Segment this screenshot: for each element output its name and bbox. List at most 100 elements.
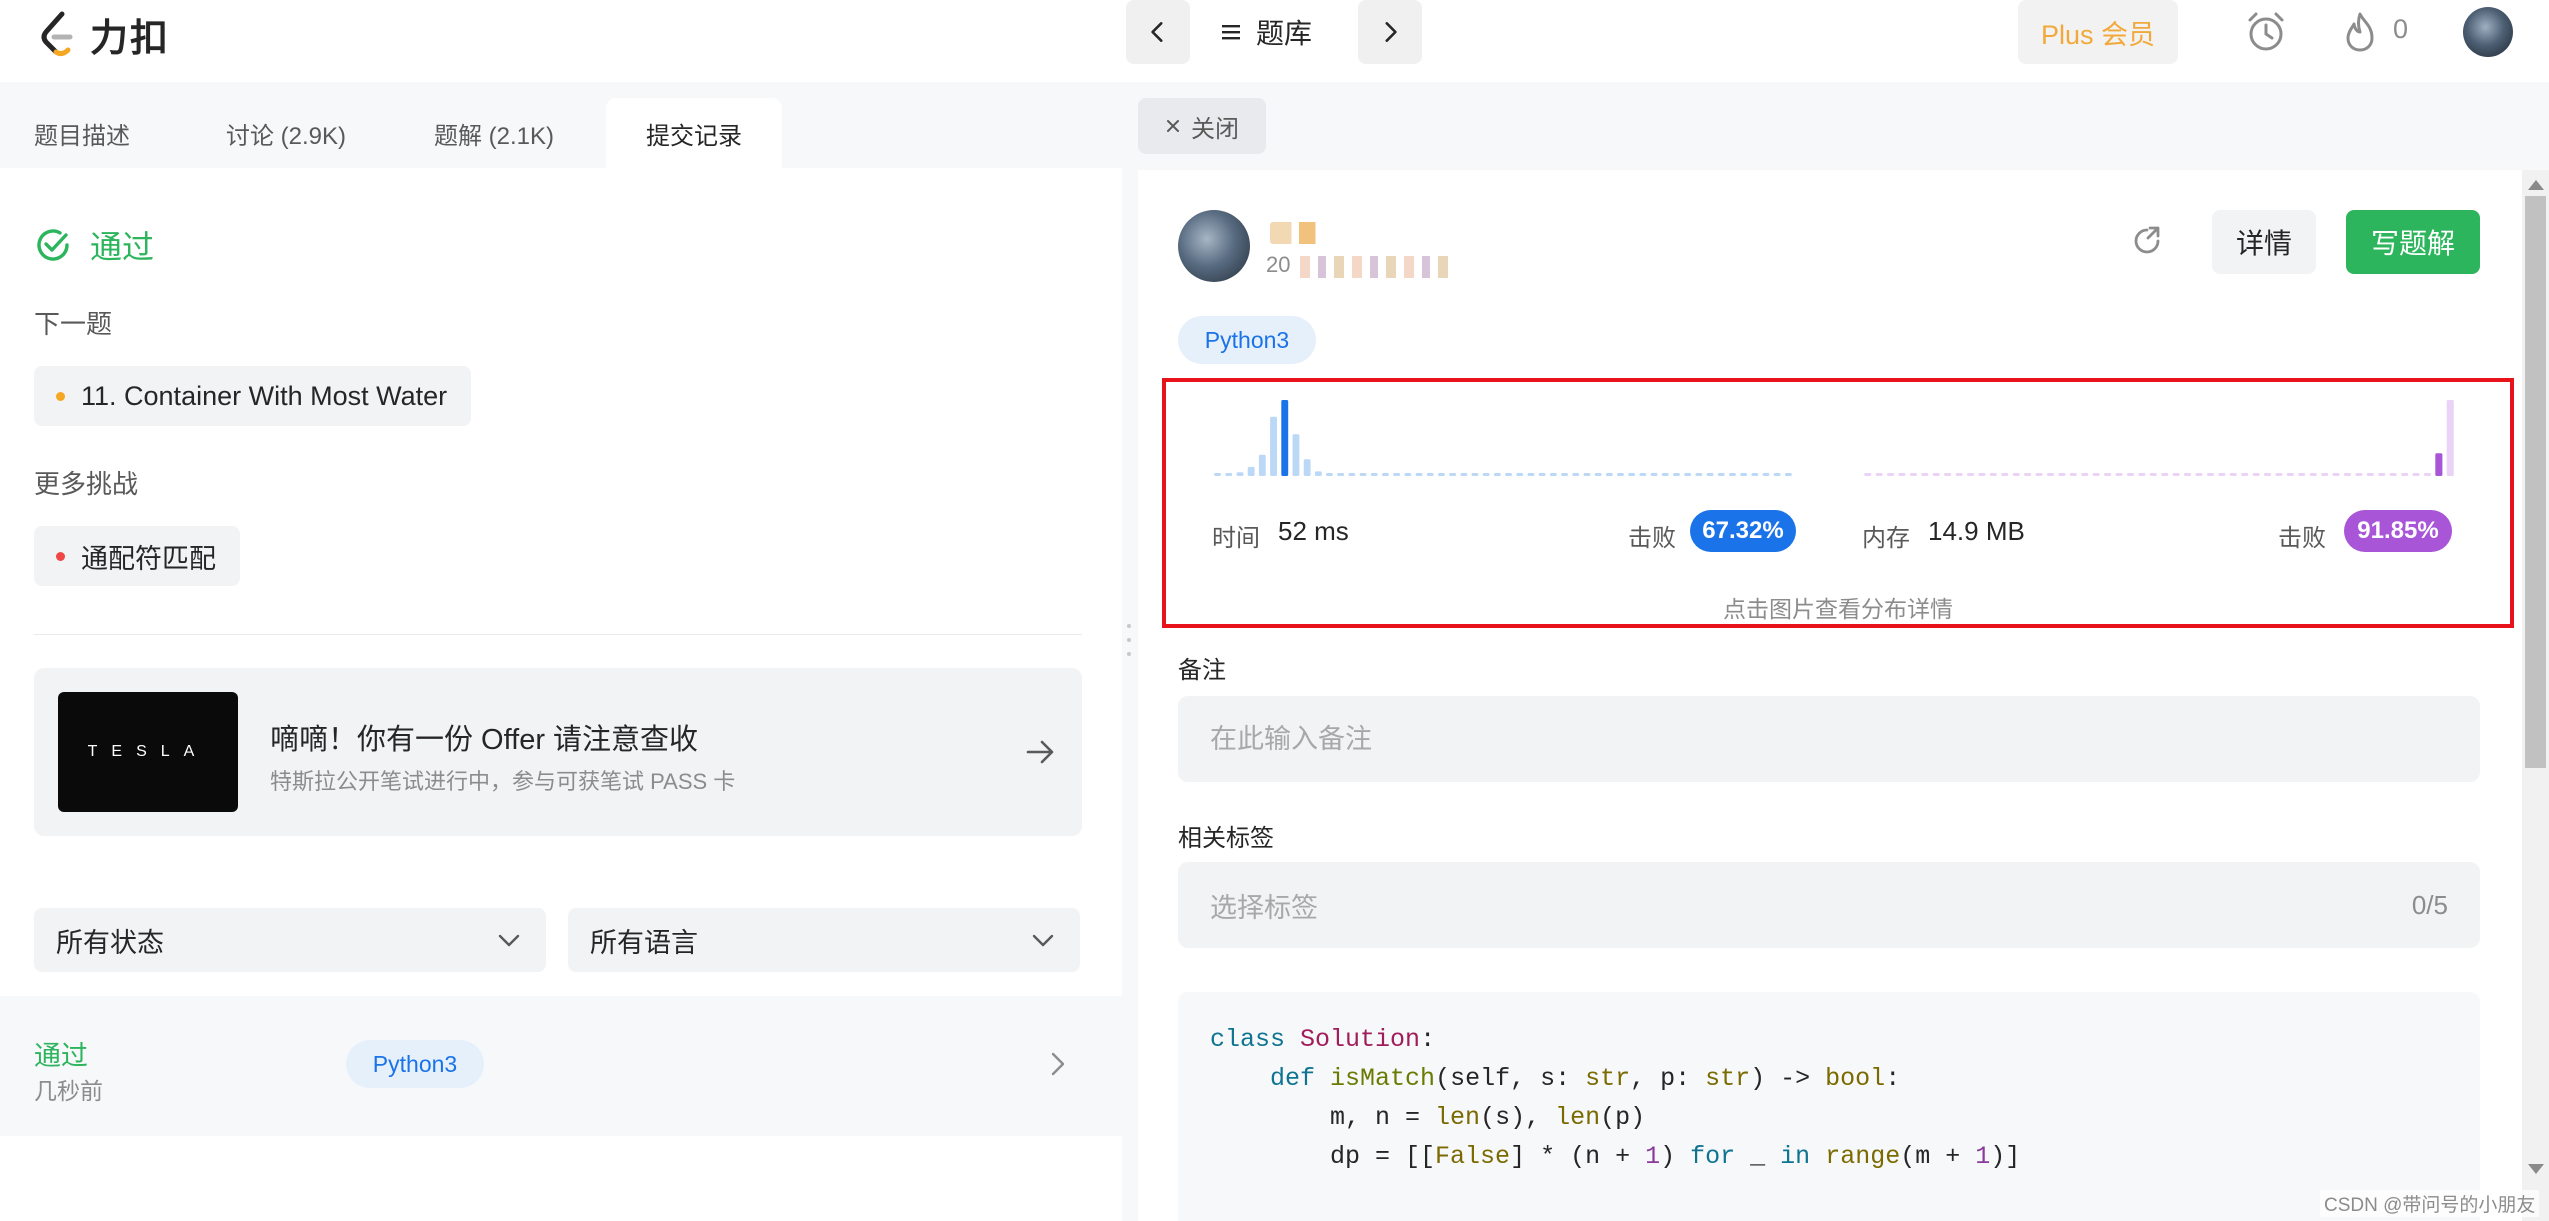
promo-title: 嘀嘀！你有一份 Offer 请注意查收 bbox=[270, 724, 699, 756]
note-input[interactable] bbox=[1210, 723, 2448, 755]
distribution-bar bbox=[1449, 473, 1457, 476]
leetcode-logo-icon bbox=[41, 11, 73, 57]
distribution-bar bbox=[2149, 473, 2157, 476]
distribution-bar-current bbox=[1281, 400, 1289, 476]
chevron-right-icon bbox=[1051, 1052, 1065, 1076]
distribution-hint: 点击图片查看分布详情 bbox=[1723, 596, 1953, 622]
next-problem-button[interactable] bbox=[1358, 0, 1422, 64]
top-navbar: 力扣 题库 Plus 会员 0 bbox=[0, 0, 2549, 82]
chevron-right-icon bbox=[1385, 22, 1397, 42]
scroll-up-arrow[interactable] bbox=[2528, 180, 2544, 190]
distribution-bar bbox=[2092, 473, 2100, 476]
memory-distribution-chart[interactable] bbox=[1862, 396, 2456, 476]
code-viewer[interactable]: class Solution: def isMatch(self, s: str… bbox=[1178, 992, 2480, 1221]
distribution-bar bbox=[2184, 473, 2192, 476]
left-panel: 题目描述 讨论 (2.9K) 题解 (2.1K) 提交记录 通过 下一题 11.… bbox=[0, 82, 1122, 1221]
scrollbar-thumb[interactable] bbox=[2525, 196, 2546, 768]
distribution-bar bbox=[1583, 473, 1591, 476]
distribution-bar bbox=[2069, 473, 2077, 476]
close-result-button[interactable]: 关闭 bbox=[1138, 98, 1266, 154]
plus-membership-button[interactable]: Plus 会员 bbox=[2018, 0, 2178, 64]
distribution-bar bbox=[1661, 473, 1669, 476]
distribution-bar bbox=[1729, 473, 1736, 476]
distribution-bar bbox=[1516, 473, 1524, 476]
distribution-bar bbox=[2378, 473, 2386, 476]
distribution-bar bbox=[1944, 473, 1952, 476]
submission-row-time: 几秒前 bbox=[34, 1078, 103, 1104]
distribution-bar bbox=[1955, 473, 1963, 476]
distribution-bar bbox=[1471, 473, 1479, 476]
submission-time: 20 bbox=[1266, 252, 1291, 277]
tags-placeholder: 选择标签 bbox=[1210, 892, 1318, 923]
status-filter-value: 所有状态 bbox=[56, 927, 164, 958]
details-button[interactable]: 详情 bbox=[2212, 210, 2316, 274]
promo-banner[interactable]: TESLA 嘀嘀！你有一份 Offer 请注意查收 特斯拉公开笔试进行中，参与可… bbox=[34, 668, 1082, 836]
distribution-bar bbox=[1989, 473, 1997, 476]
distribution-bar bbox=[1292, 434, 1300, 476]
note-field[interactable] bbox=[1178, 696, 2480, 782]
distribution-bar bbox=[1921, 473, 1929, 476]
distribution-bar bbox=[1370, 473, 1378, 476]
distribution-bar bbox=[2401, 473, 2409, 476]
distribution-bar bbox=[2355, 473, 2363, 476]
distribution-bar bbox=[2332, 473, 2340, 476]
alarm-clock-icon[interactable] bbox=[2242, 8, 2290, 56]
distribution-bar bbox=[2252, 473, 2260, 476]
tab-description[interactable]: 题目描述 bbox=[34, 98, 130, 168]
leetcode-logo[interactable]: 力扣 bbox=[36, 6, 170, 62]
distribution-bar bbox=[1909, 473, 1917, 476]
distribution-bar bbox=[1326, 473, 1333, 476]
distribution-bar bbox=[1493, 473, 1501, 476]
next-problem-label: 下一题 bbox=[34, 309, 113, 339]
share-icon[interactable] bbox=[2128, 222, 2166, 260]
distribution-bar-current bbox=[2435, 453, 2443, 476]
tab-submissions[interactable]: 提交记录 bbox=[606, 98, 782, 168]
distribution-bar bbox=[2412, 473, 2420, 476]
submitter-name-pixelated bbox=[1270, 222, 1390, 244]
distribution-bar bbox=[2058, 473, 2066, 476]
memory-label: 内存 bbox=[1862, 525, 1910, 552]
more-challenge-link[interactable]: 通配符匹配 bbox=[34, 526, 240, 586]
submission-row-language: Python3 bbox=[346, 1040, 484, 1088]
tab-solutions[interactable]: 题解 (2.1K) bbox=[434, 98, 554, 168]
next-problem-link[interactable]: 11. Container With Most Water bbox=[34, 366, 472, 426]
distribution-bar bbox=[2115, 473, 2123, 476]
submission-time-pixelated bbox=[1300, 256, 1450, 278]
tab-discussion[interactable]: 讨论 (2.9K) bbox=[226, 98, 346, 168]
submitter-avatar bbox=[1178, 210, 1250, 282]
distribution-bar bbox=[1426, 473, 1434, 476]
distribution-bar bbox=[1247, 466, 1255, 476]
submission-row[interactable]: 通过 几秒前 Python3 bbox=[0, 996, 1122, 1136]
fire-streak-icon[interactable] bbox=[2336, 8, 2384, 56]
problem-bank-link[interactable]: 题库 bbox=[1220, 0, 1312, 64]
distribution-bar bbox=[1650, 473, 1658, 476]
scroll-down-arrow[interactable] bbox=[2528, 1164, 2544, 1174]
runtime-value: 52 ms bbox=[1278, 516, 1349, 546]
distribution-bar bbox=[2138, 473, 2146, 476]
code-content: class Solution: def isMatch(self, s: str… bbox=[1210, 1025, 2021, 1171]
runtime-distribution-chart[interactable] bbox=[1212, 396, 1794, 476]
distribution-bar bbox=[2161, 473, 2169, 476]
status-filter-select[interactable]: 所有状态 bbox=[34, 908, 546, 972]
user-avatar[interactable] bbox=[2463, 7, 2513, 57]
next-problem-title: 11. Container With Most Water bbox=[81, 380, 448, 411]
language-filter-select[interactable]: 所有语言 bbox=[568, 908, 1080, 972]
close-label: 关闭 bbox=[1191, 115, 1239, 143]
prev-problem-button[interactable] bbox=[1126, 0, 1190, 64]
chevron-down-icon bbox=[1032, 934, 1054, 947]
distribution-bar bbox=[1303, 459, 1311, 476]
distribution-bar bbox=[2001, 473, 2009, 476]
distribution-bar bbox=[1773, 473, 1781, 476]
distribution-bar bbox=[1978, 473, 1986, 476]
result-tab-bar bbox=[1138, 82, 2549, 170]
distribution-bar bbox=[1549, 473, 1557, 476]
distribution-bar bbox=[2275, 473, 2283, 476]
drag-handle-icon[interactable] bbox=[1127, 624, 1131, 656]
tags-select[interactable]: 选择标签 0/5 bbox=[1178, 862, 2480, 948]
distribution-bar bbox=[1482, 473, 1490, 476]
write-solution-button[interactable]: 写题解 bbox=[2346, 210, 2480, 274]
distribution-bar bbox=[1784, 473, 1792, 476]
distribution-bar bbox=[1751, 473, 1759, 476]
performance-distribution[interactable]: 时间 52 ms 击败 67.32% 内存 14.9 MB 击败 91.85% … bbox=[1162, 378, 2514, 628]
distribution-bar bbox=[1572, 473, 1580, 476]
